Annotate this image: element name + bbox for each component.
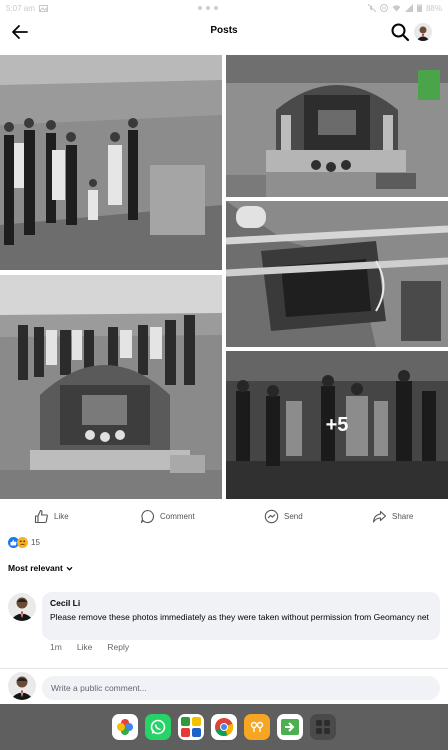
battery-icon [416,4,422,12]
posts-header: Posts [0,16,448,50]
comment-bubble-icon [140,509,154,523]
whatsapp-icon[interactable] [145,714,171,740]
signal-icon [404,4,413,12]
post-actions: Like Comment Send Share [0,504,448,528]
status-bar: 5:07 am 88% [0,0,448,16]
like-button[interactable]: Like [34,504,69,528]
more-photos-overlay[interactable]: +5 [226,351,448,499]
share-label: Share [392,511,414,521]
page-title: Posts [210,25,238,36]
sort-label: Most relevant [8,563,63,573]
send-button[interactable]: Send [264,504,303,528]
pushbullet-icon[interactable] [277,714,303,740]
send-label: Send [284,511,303,521]
comment-reply-link[interactable]: Reply [107,642,129,652]
search-icon [391,23,410,42]
comment-button[interactable]: Comment [140,504,195,528]
comment-label: Comment [160,511,195,521]
post-photo-1[interactable] [0,55,222,270]
mute-icon [367,4,376,12]
search-button[interactable] [389,21,411,43]
chrome-icon[interactable] [211,714,237,740]
messenger-icon [264,509,279,523]
mtr-app-icon[interactable] [178,714,204,740]
post-photo-3[interactable] [226,55,448,197]
status-time: 5:07 am [6,3,35,13]
arrow-left-icon [12,25,28,39]
profile-avatar[interactable] [414,23,432,41]
wifi-icon [392,5,401,12]
comment-time: 1m [50,642,62,652]
post-photo-2[interactable] [0,275,222,499]
share-arrow-icon [372,510,387,523]
comment-text: Please remove these photos immediately a… [50,612,429,622]
comment-sort-dropdown[interactable]: Most relevant [8,563,73,573]
share-button[interactable]: Share [372,504,413,528]
reaction-count: 15 [31,537,40,547]
like-label: Like [54,511,69,521]
thumbs-up-icon [34,509,48,523]
page-dots [197,6,218,10]
google-photos-icon[interactable] [112,714,138,740]
commenter-avatar[interactable] [8,593,36,621]
do-not-disturb-icon [379,4,388,12]
divider [0,668,448,669]
maps-icon[interactable] [244,714,270,740]
comment-author[interactable]: Cecil Li [50,598,432,608]
comment-input[interactable] [42,676,440,700]
self-avatar[interactable] [8,672,36,700]
back-button[interactable] [10,22,30,42]
comment-like-link[interactable]: Like [77,642,93,652]
sad-reaction-icon [17,536,28,548]
app-drawer-icon[interactable] [310,714,336,740]
post-photo-4[interactable] [226,201,448,347]
post-photo-5[interactable]: +5 [226,351,448,499]
reaction-summary[interactable]: 15 [8,535,40,549]
battery-percent: 88% [425,3,442,13]
comment-meta: 1m Like Reply [50,642,129,652]
gallery-notification-icon [38,4,48,12]
comment-bubble: Cecil Li Please remove these photos imme… [42,592,440,640]
app-dock [0,704,448,750]
chevron-down-icon [66,566,73,571]
